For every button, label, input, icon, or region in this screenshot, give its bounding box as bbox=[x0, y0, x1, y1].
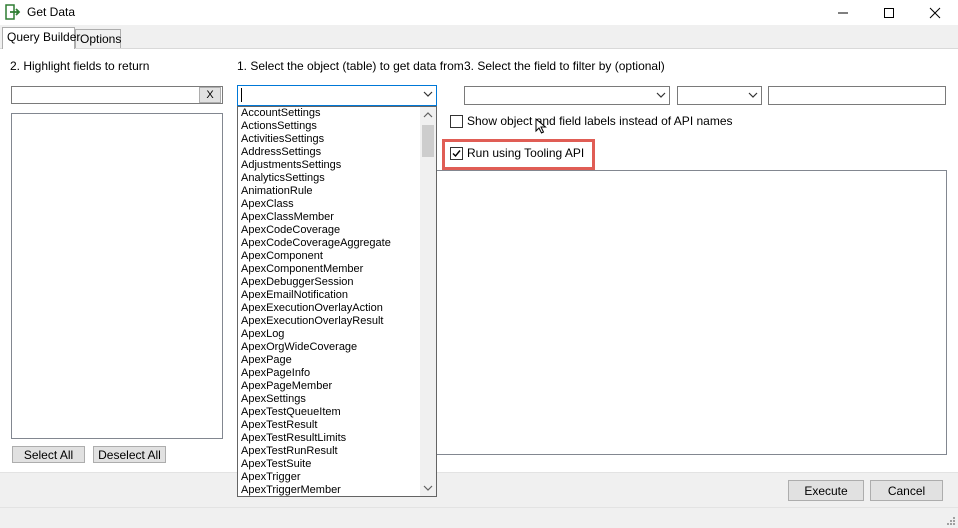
tab-options[interactable]: Options bbox=[75, 29, 121, 48]
execute-button[interactable]: Execute bbox=[788, 480, 864, 501]
tab-label: Query Builder bbox=[7, 30, 81, 44]
dropdown-item[interactable]: ApexLog bbox=[238, 328, 421, 341]
object-dropdown-list[interactable]: AccountSettings ActionsSettings Activities… bbox=[237, 106, 437, 497]
window-title: Get Data bbox=[27, 5, 76, 19]
object-label: 1. Select the object (table) to get data… bbox=[237, 59, 464, 73]
mouse-cursor-icon bbox=[535, 118, 547, 134]
dropdown-item[interactable]: ApexEmailNotification bbox=[238, 289, 421, 302]
close-button[interactable] bbox=[912, 0, 958, 25]
dropdown-item[interactable]: ApexOrgWideCoverage bbox=[238, 341, 421, 354]
status-strip bbox=[0, 507, 958, 528]
fields-search-input[interactable] bbox=[11, 86, 223, 104]
dropdown-item[interactable]: ApexPageInfo bbox=[238, 367, 421, 380]
show-labels-checkbox[interactable] bbox=[450, 115, 463, 128]
dropdown-item[interactable]: ApexTestResult bbox=[238, 419, 421, 432]
dropdown-item[interactable]: ApexTrigger bbox=[238, 471, 421, 484]
object-dropdown-items: AccountSettings ActionsSettings Activities… bbox=[238, 107, 421, 496]
cancel-label: Cancel bbox=[887, 483, 926, 498]
dropdown-item[interactable]: ApexTriggerMember bbox=[238, 484, 421, 496]
chevron-down-icon bbox=[423, 91, 433, 97]
dropdown-item[interactable]: ApexComponent bbox=[238, 250, 421, 263]
text-cursor bbox=[241, 88, 242, 102]
maximize-icon bbox=[884, 7, 894, 18]
cancel-button[interactable]: Cancel bbox=[870, 480, 943, 501]
minimize-button[interactable] bbox=[820, 0, 866, 25]
chevron-down-icon bbox=[748, 92, 758, 98]
dropdown-item[interactable]: ApexTestQueueItem bbox=[238, 406, 421, 419]
maximize-button[interactable] bbox=[866, 0, 912, 25]
fields-listbox[interactable] bbox=[11, 113, 223, 439]
chevron-down-icon[interactable] bbox=[423, 484, 433, 492]
filter-value-input[interactable] bbox=[768, 86, 946, 105]
minimize-icon bbox=[838, 12, 848, 13]
dropdown-item[interactable]: ApexTestSuite bbox=[238, 458, 421, 471]
select-all-button[interactable]: Select All bbox=[12, 446, 85, 463]
select-all-label: Select All bbox=[23, 447, 74, 462]
dropdown-item[interactable]: ApexPage bbox=[238, 354, 421, 367]
dropdown-item[interactable]: ApexCodeCoverage bbox=[238, 224, 421, 237]
clear-search-button[interactable]: X bbox=[199, 87, 221, 103]
fields-label: 2. Highlight fields to return bbox=[10, 59, 150, 73]
dropdown-item[interactable]: ApexClassMember bbox=[238, 211, 421, 224]
dropdown-item[interactable]: ApexSettings bbox=[238, 393, 421, 406]
dropdown-item[interactable]: ApexTestResultLimits bbox=[238, 432, 421, 445]
dropdown-item[interactable]: ApexComponentMember bbox=[238, 263, 421, 276]
dropdown-item[interactable]: ApexDebuggerSession bbox=[238, 276, 421, 289]
chevron-down-icon bbox=[656, 92, 666, 98]
dropdown-item[interactable]: ApexExecutionOverlayAction bbox=[238, 302, 421, 315]
export-arrow-icon bbox=[5, 4, 21, 20]
deselect-all-label: Deselect All bbox=[98, 447, 161, 462]
dropdown-item[interactable]: ApexTestRunResult bbox=[238, 445, 421, 458]
execute-label: Execute bbox=[804, 483, 848, 498]
close-icon bbox=[929, 7, 941, 18]
scrollbar-thumb[interactable] bbox=[422, 125, 434, 157]
dropdown-item[interactable]: AddressSettings bbox=[238, 146, 421, 159]
resize-grip-icon[interactable] bbox=[944, 516, 956, 526]
filter-field-combo[interactable] bbox=[464, 86, 670, 105]
dropdown-item[interactable]: AccountSettings bbox=[238, 107, 421, 120]
tab-label: Options bbox=[80, 32, 122, 46]
show-labels-text: Show object and field labels instead of … bbox=[467, 114, 733, 128]
dropdown-item[interactable]: ActivitiesSettings bbox=[238, 133, 421, 146]
highlight-annotation bbox=[442, 139, 595, 170]
dropdown-item[interactable]: ActionsSettings bbox=[238, 120, 421, 133]
footer-divider bbox=[0, 472, 958, 473]
dropdown-item[interactable]: AnalyticsSettings bbox=[238, 172, 421, 185]
clear-label: X bbox=[206, 89, 214, 101]
deselect-all-button[interactable]: Deselect All bbox=[93, 446, 166, 463]
dropdown-item[interactable]: AnimationRule bbox=[238, 185, 421, 198]
object-combo[interactable] bbox=[237, 85, 437, 106]
filter-operator-combo[interactable] bbox=[677, 86, 762, 105]
title-bar: Get Data bbox=[0, 0, 958, 25]
dropdown-item[interactable]: ApexCodeCoverageAggregate bbox=[238, 237, 421, 250]
tab-query-builder[interactable]: Query Builder bbox=[2, 27, 80, 49]
dropdown-item[interactable]: ApexClass bbox=[238, 198, 421, 211]
dropdown-scrollbar[interactable] bbox=[420, 107, 436, 496]
dropdown-item[interactable]: ApexExecutionOverlayResult bbox=[238, 315, 421, 328]
dropdown-item[interactable]: AdjustmentsSettings bbox=[238, 159, 421, 172]
filter-label: 3. Select the field to filter by (option… bbox=[464, 59, 665, 73]
dropdown-item[interactable]: ApexPageMember bbox=[238, 380, 421, 393]
chevron-up-icon[interactable] bbox=[423, 111, 433, 119]
